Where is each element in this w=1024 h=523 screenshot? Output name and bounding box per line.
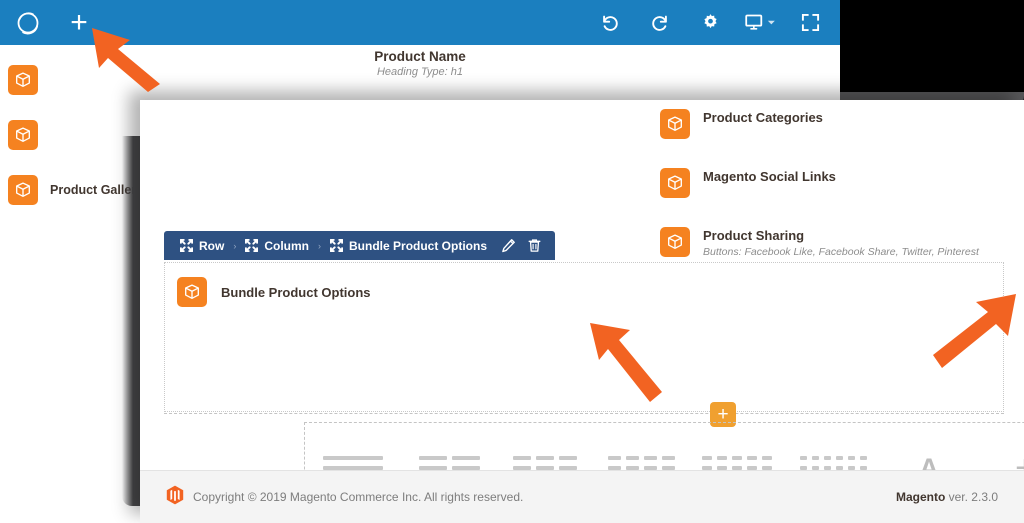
breadcrumb-item-column[interactable]: Column bbox=[237, 239, 317, 253]
fullscreen-icon[interactable] bbox=[794, 7, 826, 39]
list-item-product-categories[interactable]: Product Categories bbox=[660, 105, 1024, 164]
breadcrumb: Row › Column › Bundle Product Options bbox=[164, 231, 556, 260]
list-item-subtitle: Buttons: Facebook Like, Facebook Share, … bbox=[703, 246, 979, 258]
footer-version: Magento ver. 2.3.0 bbox=[896, 490, 998, 504]
content-block-header: Bundle Product Options bbox=[165, 263, 1003, 307]
modal-footer: Copyright © 2019 Magento Commerce Inc. A… bbox=[140, 470, 1024, 523]
package-icon bbox=[177, 277, 207, 307]
edit-pencil-icon[interactable] bbox=[495, 231, 521, 260]
list-item-title: Product Sharing bbox=[703, 228, 805, 243]
redo-icon[interactable] bbox=[644, 7, 676, 39]
footer-copyright-group: Copyright © 2019 Magento Commerce Inc. A… bbox=[166, 485, 523, 510]
content-type-panel: Product Categories Magento Social Links bbox=[660, 105, 1024, 282]
footer-version-text: ver. 2.3.0 bbox=[945, 490, 998, 504]
add-root-plus-glyph: + bbox=[70, 5, 88, 39]
breadcrumb-label: Bundle Product Options bbox=[349, 238, 488, 253]
move-icon bbox=[330, 239, 344, 252]
list-item-title: Product Categories bbox=[703, 110, 823, 125]
gear-icon[interactable] bbox=[694, 7, 726, 39]
move-icon bbox=[180, 239, 193, 252]
chevron-down-icon bbox=[768, 20, 776, 25]
undo-icon[interactable] bbox=[594, 7, 626, 39]
list-item-magento-social-links[interactable]: Magento Social Links bbox=[660, 164, 1024, 223]
page-builder-toolbar: + bbox=[0, 0, 840, 45]
modal-left-shadow bbox=[122, 136, 142, 506]
list-item[interactable] bbox=[0, 52, 260, 107]
breadcrumb-label: Column bbox=[264, 238, 310, 253]
page-builder-modal: Product Categories Magento Social Links bbox=[140, 100, 1024, 523]
package-icon bbox=[8, 174, 38, 205]
footer-product-name: Magento bbox=[895, 490, 946, 504]
magento-logo-icon bbox=[166, 485, 184, 510]
breadcrumb-label: Row bbox=[199, 238, 225, 253]
delete-trash-icon[interactable] bbox=[521, 231, 547, 260]
page-builder-ring-logo bbox=[0, 0, 56, 45]
footer-copyright-text: Copyright © 2019 Magento Commerce Inc. A… bbox=[193, 490, 524, 504]
add-root-element-button[interactable]: + bbox=[56, 0, 102, 45]
background-void bbox=[840, 0, 1024, 100]
package-icon bbox=[8, 64, 38, 95]
toolbar-actions bbox=[594, 7, 840, 39]
desktop-icon[interactable] bbox=[744, 7, 776, 39]
list-item-title: Magento Social Links bbox=[703, 169, 836, 184]
insert-divider bbox=[164, 413, 1004, 415]
content-block-title: Bundle Product Options bbox=[221, 284, 371, 300]
move-icon bbox=[245, 239, 259, 252]
package-icon bbox=[660, 227, 690, 257]
package-icon bbox=[8, 119, 38, 150]
breadcrumb-item-row[interactable]: Row bbox=[172, 239, 232, 253]
package-icon bbox=[660, 109, 690, 139]
breadcrumb-item-bundle-product-options[interactable]: Bundle Product Options bbox=[322, 239, 495, 253]
package-icon bbox=[660, 168, 690, 198]
content-block-bundle-product-options[interactable]: Bundle Product Options bbox=[164, 262, 1004, 412]
